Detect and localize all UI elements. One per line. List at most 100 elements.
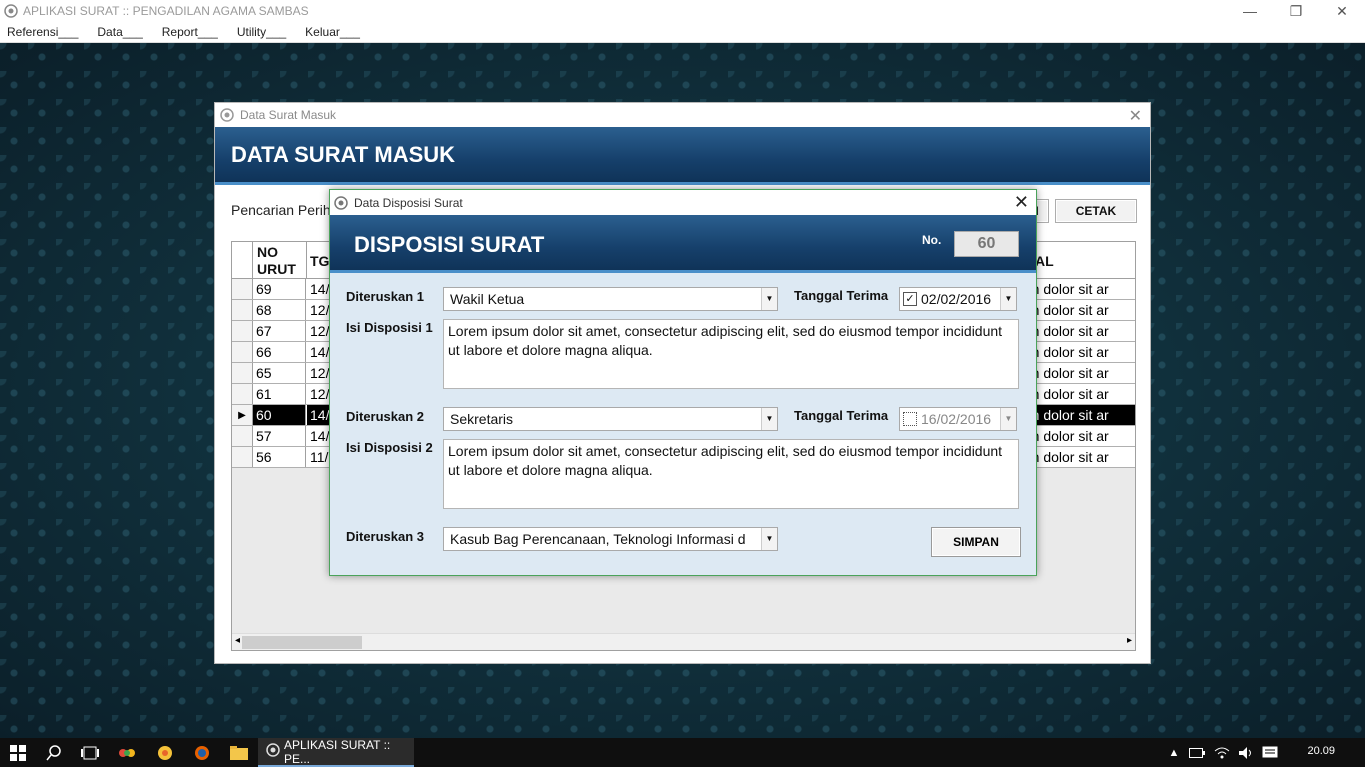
data-disposisi-surat-dialog: Data Disposisi Surat ✕ DISPOSISI SURAT N… [329,189,1037,576]
chevron-up-icon[interactable]: ▲ [1166,738,1182,767]
pinned-app-icon[interactable] [108,738,146,767]
masuk-banner: DATA SURAT MASUK [215,127,1150,185]
tanggal2-value: 16/02/2016 [921,411,992,427]
no-label: No. [922,233,942,247]
cell-no-urut: 56 [253,447,306,467]
taskbar-app-aplikasi-surat[interactable]: APLIKASI SURAT :: PE... [258,738,414,767]
pinned-app-icon-2[interactable] [146,738,184,767]
diteruskan1-select[interactable]: Wakil Ketua ▼ [443,287,778,311]
notification-icon[interactable] [1260,738,1280,767]
cell-no-urut: 61 [253,384,306,404]
cell-no-urut: 69 [253,279,306,299]
chevron-down-icon[interactable]: ▼ [1000,408,1016,430]
header-no-urut[interactable]: NO URUT [257,244,296,278]
close-icon[interactable]: ✕ [1014,192,1029,213]
row-selector[interactable] [232,321,253,341]
wifi-icon[interactable] [1212,738,1232,767]
cell-no-urut: 66 [253,342,306,362]
app-logo-icon [3,3,19,19]
row-selector[interactable] [232,279,253,299]
volume-icon[interactable] [1236,738,1256,767]
tanggal1-checkbox[interactable]: ✓ [903,292,917,306]
header-selector-cell [232,242,253,278]
scroll-right-icon[interactable]: ▸ [1127,635,1132,646]
row-selector[interactable] [232,384,253,404]
diteruskan2-select[interactable]: Sekretaris ▼ [443,407,778,431]
search-label: Pencarian Perih [231,202,331,218]
app-titlebar: APLIKASI SURAT :: PENGADILAN AGAMA SAMBA… [0,0,1365,22]
diteruskan3-value: Kasub Bag Perencanaan, Teknologi Informa… [450,531,746,547]
diteruskan1-label: Diteruskan 1 [346,289,425,304]
diteruskan3-label: Diteruskan 3 [346,529,425,544]
column-divider [306,242,307,278]
header-isi[interactable]: AL [1035,253,1054,270]
row-selector[interactable] [232,300,253,320]
tanggal1-label: Tanggal Terima [794,288,889,303]
cell-no-urut: 65 [253,363,306,383]
disposisi-window-title: Data Disposisi Surat [354,195,463,210]
row-selector[interactable] [232,447,253,467]
cell-no-urut: 67 [253,321,306,341]
cell-no-urut: 60 [253,405,306,425]
menu-referensi[interactable]: Referensi___ [7,25,78,39]
restore-button[interactable]: ❐ [1273,0,1319,22]
menu-data[interactable]: Data___ [97,25,142,39]
app-title: APLIKASI SURAT :: PENGADILAN AGAMA SAMBA… [23,4,309,18]
taskbar: APLIKASI SURAT :: PE... ▲ 20.09 [0,738,1365,767]
menu-bar: Referensi___ Data___ Report___ Utility__… [0,22,1365,43]
tanggal2-datepicker[interactable]: 16/02/2016 ▼ [899,407,1017,431]
header-tgl[interactable]: TG [310,253,329,270]
app-logo-icon [266,743,280,760]
menu-report[interactable]: Report___ [162,25,218,39]
chevron-down-icon[interactable]: ▼ [761,408,777,430]
firefox-icon[interactable] [184,738,220,767]
scroll-left-icon[interactable]: ◂ [235,635,240,646]
header-no-label: NO [257,244,278,260]
taskbar-clock: 20.09 [1307,745,1335,757]
isi1-textarea[interactable]: Lorem ipsum dolor sit amet, consectetur … [443,319,1019,389]
diteruskan2-value: Sekretaris [450,411,514,427]
masuk-window-title: Data Surat Masuk [240,108,337,122]
diteruskan1-value: Wakil Ketua [450,291,525,307]
close-icon[interactable]: ✕ [1129,106,1142,126]
header-urut-label: URUT [257,261,296,277]
chevron-down-icon[interactable]: ▼ [761,528,777,550]
close-button[interactable]: ✕ [1319,0,1365,22]
menu-utility[interactable]: Utility___ [237,25,286,39]
windows-start-icon[interactable] [0,738,36,767]
scroll-thumb[interactable] [242,636,362,649]
task-view-icon[interactable] [72,738,108,767]
cell-no-urut: 57 [253,426,306,446]
row-selector[interactable] [232,426,253,446]
masuk-titlebar: Data Surat Masuk [215,103,1150,127]
isi1-label: Isi Disposisi 1 [346,320,433,335]
taskbar-app-label: APLIKASI SURAT :: PE... [284,737,391,766]
app-logo-icon [220,108,234,122]
battery-icon[interactable] [1188,738,1206,767]
file-explorer-icon[interactable] [220,738,258,767]
tanggal1-datepicker[interactable]: ✓ 02/02/2016 ▼ [899,287,1017,311]
minimize-button[interactable]: — [1227,0,1273,22]
isi2-textarea[interactable]: Lorem ipsum dolor sit amet, consectetur … [443,439,1019,509]
app-logo-icon [334,195,348,210]
window-controls: — ❐ ✕ [1227,0,1365,22]
cetak-button[interactable]: CETAK [1055,199,1137,223]
cell-no-urut: 68 [253,300,306,320]
chevron-down-icon[interactable]: ▼ [761,288,777,310]
diteruskan2-label: Diteruskan 2 [346,409,425,424]
isi2-label: Isi Disposisi 2 [346,440,433,455]
row-selector[interactable] [232,363,253,383]
row-selector[interactable] [232,342,253,362]
row-pointer-icon[interactable]: ▶ [232,405,253,425]
tanggal2-checkbox[interactable] [903,412,917,426]
disposisi-banner-title: DISPOSISI SURAT [354,232,545,257]
chevron-down-icon[interactable]: ▼ [1000,288,1016,310]
disposisi-titlebar: Data Disposisi Surat [330,190,1036,215]
simpan-button[interactable]: SIMPAN [931,527,1021,557]
search-icon[interactable] [36,738,72,767]
menu-keluar[interactable]: Keluar___ [305,25,360,39]
tanggal2-label: Tanggal Terima [794,408,889,423]
horizontal-scrollbar[interactable]: ◂ ▸ [232,633,1135,650]
diteruskan3-select[interactable]: Kasub Bag Perencanaan, Teknologi Informa… [443,527,778,551]
no-value-field: 60 [954,231,1019,257]
